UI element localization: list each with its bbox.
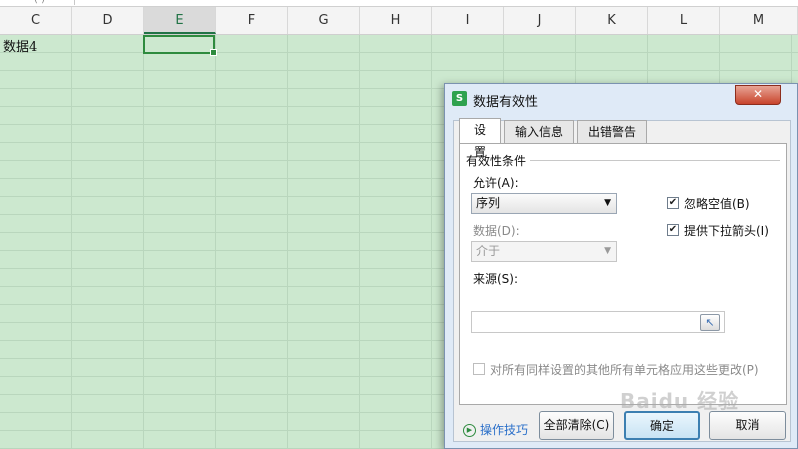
tab-input-message[interactable]: 输入信息 — [504, 120, 574, 143]
column-header-d[interactable]: D — [72, 7, 144, 34]
cancel-button[interactable]: 取消 — [709, 411, 786, 440]
dialog-titlebar[interactable]: S 数据有效性 ✕ — [445, 84, 797, 112]
in-cell-dropdown-label[interactable]: 提供下拉箭头(I) — [684, 222, 769, 239]
column-header-c[interactable]: C — [0, 7, 72, 34]
formula-bar: ( ) — [0, 0, 798, 7]
allow-label: 允许(A): — [473, 176, 519, 190]
ignore-blank-checkbox[interactable]: ✔ — [667, 197, 679, 209]
chevron-down-icon: ▼ — [604, 246, 611, 256]
column-header-f[interactable]: F — [216, 7, 288, 34]
column-header-m[interactable]: M — [720, 7, 798, 34]
play-icon: ▶ — [463, 424, 476, 437]
ok-button[interactable]: 确定 — [624, 411, 700, 440]
chevron-down-icon: ▼ — [604, 198, 611, 208]
wps-app-icon: S — [452, 91, 467, 106]
ignore-blank-label[interactable]: 忽略空值(B) — [684, 195, 750, 212]
range-select-icon[interactable]: ↖ — [700, 314, 720, 331]
data-validation-dialog: S 数据有效性 ✕ 设置 输入信息 出错警告 有效性条件 允许(A): 序列 ▼… — [444, 83, 798, 449]
column-header-h[interactable]: H — [360, 7, 432, 34]
data-select-value: 介于 — [476, 244, 501, 258]
tips-label[interactable]: 操作技巧 — [480, 423, 528, 437]
dialog-title: 数据有效性 — [473, 95, 539, 110]
source-input[interactable] — [471, 311, 725, 333]
column-header-e[interactable]: E — [144, 7, 216, 34]
clear-all-button[interactable]: 全部清除(C) — [539, 411, 614, 440]
data-label: 数据(D): — [473, 224, 520, 238]
allow-select[interactable]: 序列 ▼ — [471, 193, 617, 214]
column-header-j[interactable]: J — [504, 7, 576, 34]
dialog-client-area: 设置 输入信息 出错警告 有效性条件 允许(A): 序列 ▼ 数据(D): 介于… — [453, 118, 791, 442]
tab-error-alert[interactable]: 出错警告 — [577, 120, 647, 143]
data-select[interactable]: 介于 ▼ — [471, 241, 617, 262]
settings-panel: 有效性条件 允许(A): 序列 ▼ 数据(D): 介于 ▼ ✔ 忽略空值(B) … — [459, 143, 787, 405]
apply-all-label[interactable]: 对所有同样设置的其他所有单元格应用这些更改(P) — [490, 361, 759, 378]
column-header-row: C D E F G H I J K L M — [0, 7, 798, 35]
source-label: 来源(S): — [473, 272, 519, 286]
tab-settings[interactable]: 设置 — [459, 118, 501, 159]
close-button[interactable]: ✕ — [735, 85, 781, 105]
column-header-i[interactable]: I — [432, 7, 504, 34]
column-header-g[interactable]: G — [288, 7, 360, 34]
apply-all-checkbox[interactable] — [473, 363, 485, 375]
tips-link[interactable]: ▶ 操作技巧 — [463, 421, 528, 438]
in-cell-dropdown-checkbox[interactable]: ✔ — [667, 224, 679, 236]
cell-c1[interactable]: 数据4 — [3, 36, 37, 55]
allow-select-value: 序列 — [476, 196, 501, 210]
name-box[interactable]: ( ) — [0, 0, 75, 5]
active-cell-e1[interactable] — [143, 35, 217, 56]
group-divider — [528, 160, 780, 161]
column-header-k[interactable]: K — [576, 7, 648, 34]
name-box-glyph: ( ) — [34, 0, 45, 5]
column-header-l[interactable]: L — [648, 7, 720, 34]
